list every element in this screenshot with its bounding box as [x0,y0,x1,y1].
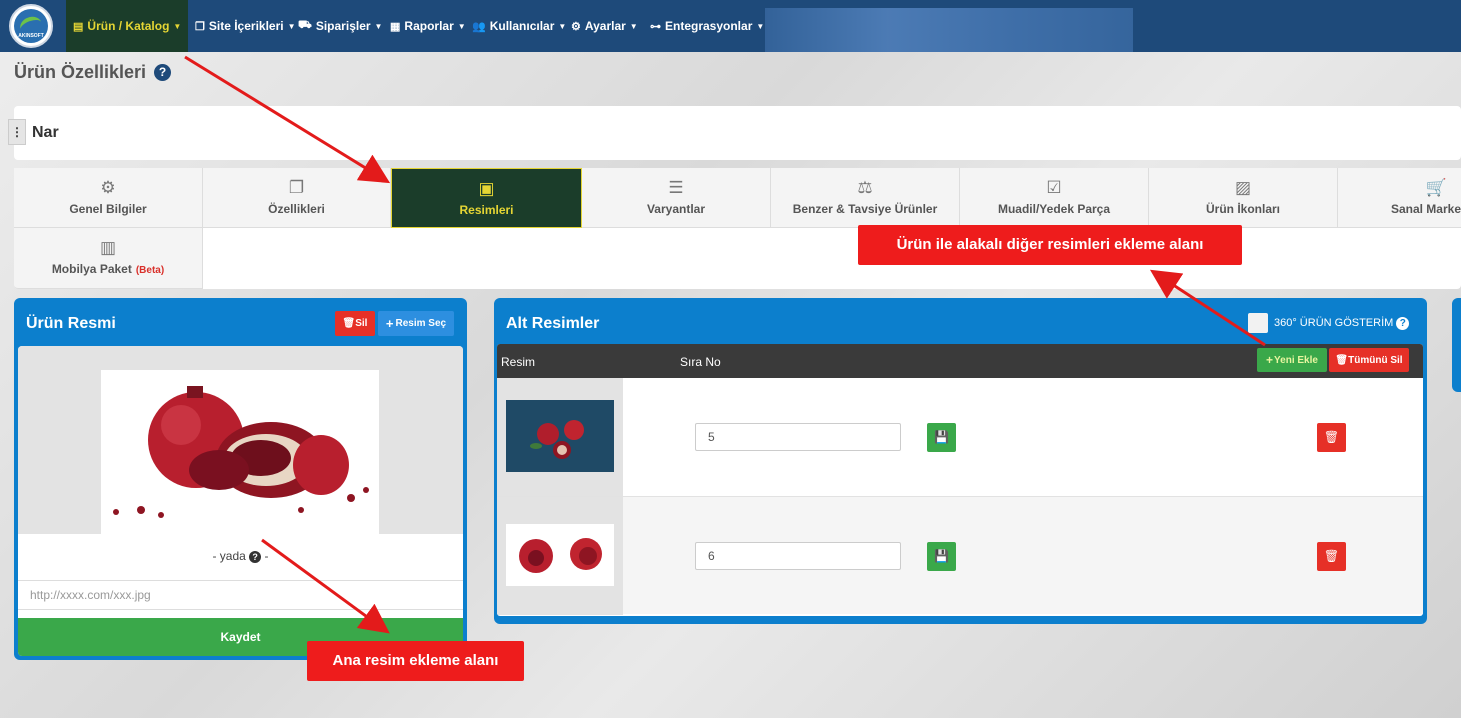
delete-row-button[interactable]: 🗑 [1317,542,1346,571]
tab-resimleri[interactable]: ▣ Resimleri [391,168,582,228]
users-icon: 👥 [472,20,486,33]
gears-icon: ⚙ [571,20,581,33]
caret-down-icon: ▼ [374,21,383,31]
help-icon[interactable]: ? [1396,316,1410,330]
nav-item-site-icerikleri[interactable]: ❐ Site İçerikleri ▼ [195,0,296,52]
pomegranate-image [101,370,379,534]
table-row: 6 💾 🗑 [497,496,1423,615]
nav-item-urun-katalog[interactable]: ▤ Ürün / Katalog ▼ [66,0,189,52]
tab-urun-ikonlari[interactable]: ▨ Ürün İkonları [1149,168,1338,228]
alt-image-thumbnail [506,400,614,472]
alt-image-thumbnail [506,524,614,586]
table-row: 5 💾 🗑 [497,378,1423,496]
main-image-panel: Ürün Resmi 🗑 Sil + Resim Seç - yada ? - … [14,298,467,660]
checkbox-icon: ☑ [1046,178,1062,197]
tab-mobilya-paket[interactable]: ▥ Mobilya Paket (Beta) [14,228,203,289]
product-tabs: ⚙ Genel Bilgiler ❐ Özellikleri ▣ Resimle… [14,168,1461,289]
order-input[interactable]: 6 [695,542,901,570]
tab-varyantlar[interactable]: ☰ Varyantlar [582,168,771,228]
main-image-box: - yada ? - http://xxxx.com/xxx.jpg Kayde… [18,346,463,656]
annotation-callout-main: Ana resim ekleme alanı [307,641,524,681]
caret-down-icon: ▼ [629,21,638,31]
floppy-disk-icon: 💾 [934,430,949,444]
caret-down-icon: ▼ [756,21,765,31]
truck-icon: ⛟ [298,19,312,31]
caret-down-icon: ▼ [287,21,296,31]
trash-icon: 🗑 [342,318,356,329]
nav-item-entegrasyonlar[interactable]: ⊶ Entegrasyonlar ▼ [650,0,764,52]
partial-panel [1452,298,1461,392]
trash-icon: 🗑 [1335,354,1349,366]
column-header-resim: Resim [501,355,536,369]
caret-down-icon: ▼ [173,21,182,31]
nav-item-kullanicilar[interactable]: 👥 Kullanıcılar ▼ [472,0,566,52]
floppy-disk-icon: 💾 [934,549,949,563]
cart-icon: 🛒 [1425,178,1447,197]
caret-down-icon: ▼ [558,21,567,31]
trash-icon: 🗑 [1323,549,1340,563]
table-header: Resim Sıra No + Yeni Ekle 🗑 Tümünü Sil [497,344,1423,378]
blurred-region [765,8,1133,52]
trash-icon: 🗑 [1323,430,1340,444]
plus-icon: + [1266,353,1274,367]
yada-text: - yada ? - [212,549,269,563]
tab-ozellikleri[interactable]: ❐ Özellikleri [203,168,391,228]
image-url-input[interactable]: http://xxxx.com/xxx.jpg [18,580,463,610]
page-title: Ürün Özellikleri ? [14,62,172,83]
product-name-bar: ⋮ Nar [8,106,1461,160]
panel-title: Ürün Resmi [26,315,116,332]
save-row-button[interactable]: 💾 [927,423,956,452]
delete-row-button[interactable]: 🗑 [1317,423,1346,452]
nav-item-raporlar[interactable]: ▦ Raporlar ▼ [390,0,466,52]
tab-genel-bilgiler[interactable]: ⚙ Genel Bilgiler [14,168,203,228]
bars-icon: ☰ [668,178,684,197]
nav-item-ayarlar[interactable]: ⚙ Ayarlar ▼ [571,0,638,52]
help-icon[interactable]: ? [154,64,172,81]
top-navbar: AKINSOFT ▤ Ürün / Katalog ▼ ❐ Site İçerikle… [0,0,1461,52]
delete-image-button[interactable]: 🗑 Sil [335,311,375,336]
tab-benzer-tavsiye[interactable]: ⚖ Benzer & Tavsiye Ürünler [771,168,960,228]
order-input[interactable]: 5 [695,423,901,451]
file-image-icon: ▨ [1234,178,1252,197]
nav-item-siparisler[interactable]: ⛟ Siparişler ▼ [298,0,382,52]
boxes-icon: ▥ [99,238,117,257]
image-preview-area [18,346,463,534]
gears-icon: ⚙ [100,178,116,197]
balance-scale-icon: ⚖ [857,178,873,197]
images-icon: ▣ [478,179,495,198]
akinsoft-logo[interactable]: AKINSOFT [9,4,53,48]
panel-title: Alt Resimler [506,315,600,332]
add-new-button[interactable]: + Yeni Ekle [1257,348,1327,372]
save-row-button[interactable]: 💾 [927,542,956,571]
column-header-sira-no: Sıra No [680,355,721,369]
tab-sanal-market[interactable]: 🛒 Sanal Marke [1338,168,1461,228]
caret-down-icon: ▼ [457,21,466,31]
help-icon[interactable]: ? [249,551,262,563]
copy-icon: ❐ [288,178,305,197]
alt-images-panel: Alt Resimler 360° ÜRÜN GÖSTERİM ? Resim … [494,298,1427,624]
delete-all-button[interactable]: 🗑 Tümünü Sil [1329,348,1409,372]
select-image-button[interactable]: + Resim Seç [378,311,454,336]
more-vertical-icon[interactable]: ⋮ [8,119,26,145]
tab-muadil-yedek-parca[interactable]: ☑ Muadil/Yedek Parça [960,168,1149,228]
product-name: Nar [32,124,59,141]
annotation-callout-alt: Ürün ile alakalı diğer resimleri ekleme … [858,225,1242,265]
alt-images-table: Resim Sıra No + Yeni Ekle 🗑 Tümünü Sil 5… [497,344,1423,616]
report-icon: ▦ [390,20,401,33]
plus-icon: + [385,316,394,331]
copy-icon: ❐ [195,20,205,33]
show-360-toggle[interactable]: 360° ÜRÜN GÖSTERİM ? [1248,313,1410,333]
cubes-icon: ▤ [73,20,84,33]
sitemap-icon: ⊶ [650,20,661,33]
checkbox-360[interactable] [1248,313,1268,333]
